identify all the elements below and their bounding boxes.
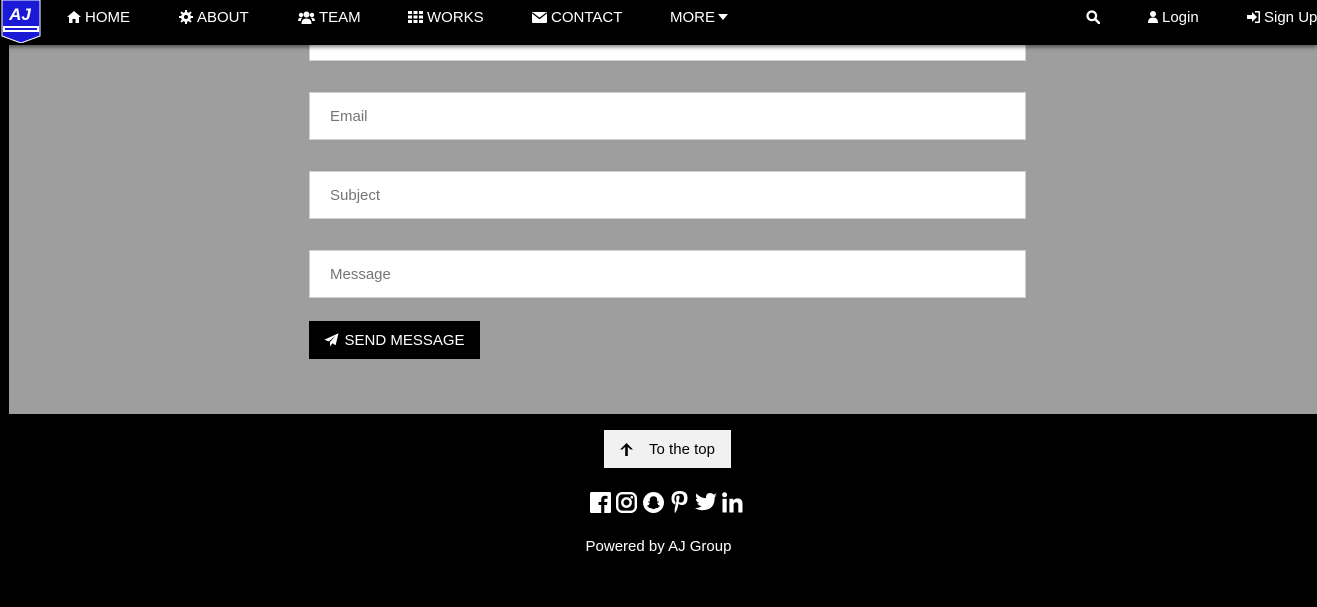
search-button[interactable] [1086, 0, 1104, 34]
linkedin-icon[interactable] [722, 491, 744, 513]
pinterest-icon[interactable] [669, 491, 691, 513]
search-icon [1086, 10, 1100, 24]
gear-icon [179, 10, 193, 24]
instagram-icon[interactable] [616, 491, 638, 513]
aj-logo[interactable]: AJ [0, 0, 42, 44]
logo-text: AJ [8, 5, 31, 24]
sign-in-icon [1247, 11, 1260, 23]
social-links [589, 490, 748, 514]
user-icon [1148, 11, 1158, 23]
nav-login[interactable]: Login [1148, 0, 1199, 34]
contact-section: SEND MESSAGE [9, 0, 1317, 414]
nav-works[interactable]: WORKS [408, 0, 484, 34]
nav-signup[interactable]: Sign Up [1247, 0, 1317, 34]
powered-by-text: Powered by AJ Group [585, 538, 732, 555]
envelope-icon [532, 11, 547, 23]
to-the-top-button[interactable]: To the top [604, 430, 731, 468]
nav-home[interactable]: HOME [67, 0, 130, 34]
subject-field[interactable] [309, 171, 1026, 219]
nav-team[interactable]: TEAM [298, 0, 361, 34]
nav-contact[interactable]: CONTACT [532, 0, 622, 34]
send-message-label: SEND MESSAGE [344, 331, 465, 349]
arrow-up-icon [620, 442, 634, 456]
send-message-button[interactable]: SEND MESSAGE [309, 321, 480, 359]
twitter-icon[interactable] [695, 491, 717, 513]
message-field[interactable] [309, 250, 1026, 298]
paper-plane-icon [324, 333, 339, 347]
grid-icon [408, 11, 423, 23]
facebook-icon[interactable] [589, 491, 611, 513]
email-field[interactable] [309, 92, 1026, 140]
nav-more-dropdown[interactable]: MORE [670, 0, 732, 34]
caret-down-icon [718, 14, 728, 20]
top-navbar: AJ HOME ABOUT TEAM WORKS CONTACT MORE Lo… [0, 0, 1317, 45]
snapchat-icon[interactable] [642, 491, 664, 513]
users-icon [298, 11, 315, 24]
nav-about[interactable]: ABOUT [179, 0, 249, 34]
home-icon [67, 11, 81, 23]
